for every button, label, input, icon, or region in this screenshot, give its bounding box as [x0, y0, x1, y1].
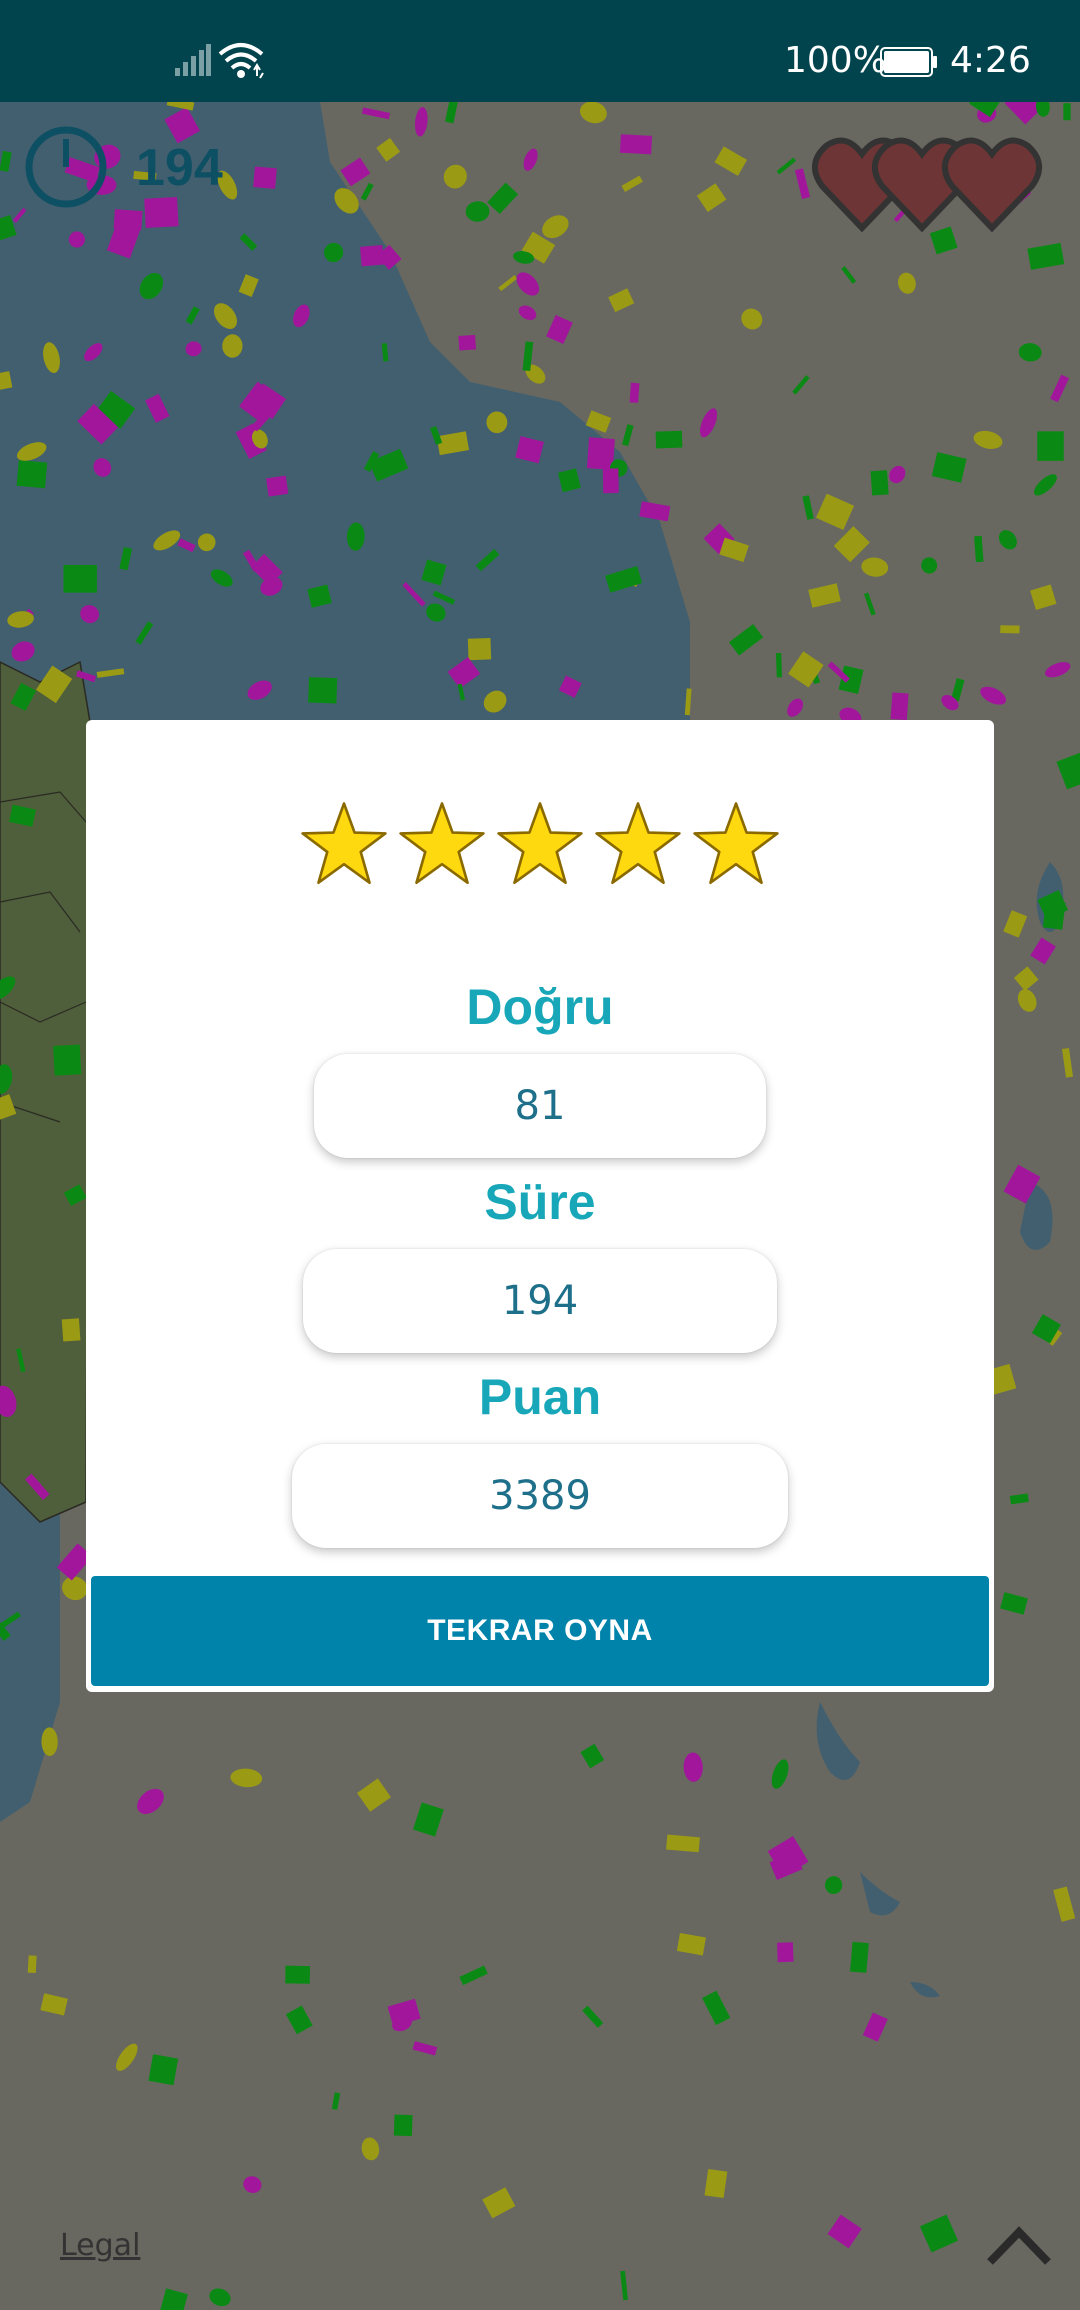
star-rating [300, 800, 780, 892]
score-label: Puan [478, 1369, 602, 1425]
time-label: Süre [484, 1174, 596, 1230]
time-value: 194 [501, 1278, 579, 1324]
confetti-piece [629, 382, 640, 403]
time-value-box: 194 [303, 1249, 777, 1353]
land-region [0, 660, 91, 1523]
star-icon [399, 802, 485, 885]
wifi-icon [218, 43, 264, 79]
star-icon [595, 802, 681, 885]
timer-value: 194 [136, 139, 223, 197]
correct-value-box: 81 [314, 1054, 766, 1158]
confetti-piece [285, 1965, 311, 1984]
confetti-piece [308, 677, 338, 704]
battery-icon [880, 47, 937, 77]
confetti-piece [16, 460, 48, 489]
result-dialog: Doğru 81 Süre 194 Puan 3389 TEKRAR OYNA [86, 720, 994, 1692]
confetti-piece [655, 430, 683, 449]
star-icon [497, 802, 583, 885]
status-time: 4:26 [950, 40, 1031, 81]
confetti-piece [1000, 625, 1020, 634]
correct-value: 81 [514, 1083, 566, 1129]
confetti-piece [704, 2168, 728, 2199]
score-value: 3389 [489, 1473, 591, 1519]
confetti-piece [61, 1318, 81, 1342]
confetti-piece [870, 470, 889, 496]
confetti-piece [144, 197, 179, 228]
confetti-piece [1037, 431, 1064, 461]
signal-icon [175, 44, 211, 76]
confetti-piece [1042, 900, 1066, 930]
confetti-piece [148, 2054, 179, 2086]
confetti-piece [53, 1044, 82, 1076]
confetti-piece [253, 166, 277, 189]
confetti-piece [393, 2114, 413, 2137]
confetti-piece [458, 334, 477, 351]
lives-hearts [812, 137, 1042, 233]
correct-label: Doğru [466, 979, 614, 1035]
confetti-piece [1063, 103, 1071, 121]
confetti-piece [619, 134, 653, 155]
heart-icon [942, 137, 1042, 233]
timer-icon [25, 126, 107, 208]
confetti-piece [775, 652, 783, 678]
confetti-piece [890, 692, 909, 721]
battery-percent: 100% [784, 40, 887, 81]
confetti-piece [63, 564, 97, 593]
star-icon [693, 802, 779, 885]
chevron-up-icon[interactable] [986, 2222, 1052, 2266]
confetti-piece [602, 468, 619, 494]
confetti-piece [266, 475, 289, 497]
confetti-piece [666, 1834, 700, 1853]
confetti-piece [849, 1941, 869, 1973]
legal-link[interactable]: Legal [60, 2228, 140, 2263]
play-again-button[interactable]: TEKRAR OYNA [91, 1576, 989, 1686]
confetti-piece [777, 1942, 794, 1963]
confetti-piece [467, 637, 492, 661]
status-bar: 100% 4:26 [0, 0, 1080, 102]
star-icon [301, 802, 387, 885]
confetti-piece [27, 1955, 37, 1974]
score-value-box: 3389 [292, 1444, 788, 1548]
